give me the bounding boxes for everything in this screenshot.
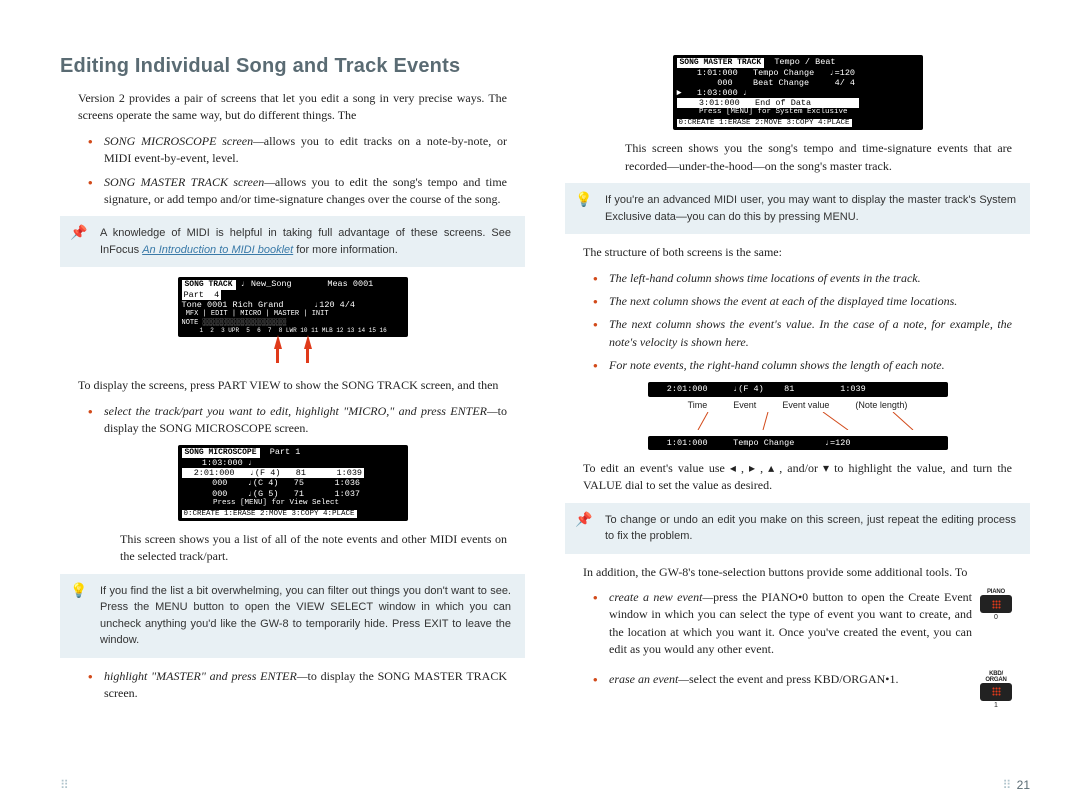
structure-intro: The structure of both screens is the sam… bbox=[583, 244, 1012, 261]
lcd-column-example: 2:01:000 ♩(F 4) 81 1:039 Time Event Even… bbox=[648, 382, 948, 449]
column-labels: Time Event Event value (Note length) bbox=[648, 400, 948, 410]
arrow-up-icon bbox=[304, 335, 312, 349]
red-arrows bbox=[178, 335, 408, 349]
list-item: For note events, the right-hand column s… bbox=[583, 357, 1012, 374]
kbd-organ-button-icon: KBD/ ORGAN 1 bbox=[980, 671, 1012, 709]
edit-instruction: To edit an event's value use ◂ , ▸ , ▴ ,… bbox=[583, 460, 1012, 495]
note-undo: 📌 To change or undo an edit you make on … bbox=[565, 503, 1030, 554]
lightbulb-icon: 💡 bbox=[573, 192, 595, 209]
intro-paragraph: Version 2 provides a pair of screens tha… bbox=[78, 90, 507, 125]
create-event-list: create a new event—press the PIANO•0 but… bbox=[583, 589, 972, 665]
lcd-song-track: SONG TRACK ♩ New_Song Meas 0001 Part 4 T… bbox=[178, 277, 408, 349]
note-sysex: 💡 If you're an advanced MIDI user, you m… bbox=[565, 183, 1030, 234]
pin-icon: 📌 bbox=[573, 512, 595, 529]
erase-event-list: erase an event—select the event and pres… bbox=[583, 671, 972, 694]
footer-dots-left: ⠿ bbox=[60, 778, 70, 792]
list-item: select the track/part you want to edit, … bbox=[78, 403, 507, 438]
list-item: The next column shows the event's value.… bbox=[583, 316, 1012, 351]
lightbulb-icon: 💡 bbox=[68, 583, 90, 600]
right-column: SONG MASTER TRACK Tempo / Beat 1:01:000 … bbox=[565, 55, 1030, 750]
note-filter: 💡 If you find the list a bit overwhelmin… bbox=[60, 574, 525, 658]
page-heading: Editing Individual Song and Track Events bbox=[60, 55, 525, 78]
lcd-master-track: SONG MASTER TRACK Tempo / Beat 1:01:000 … bbox=[673, 55, 923, 130]
page-number: ⠿ 21 bbox=[1003, 778, 1030, 792]
micro-list: select the track/part you want to edit, … bbox=[78, 403, 507, 438]
list-item: The next column shows the event at each … bbox=[583, 293, 1012, 310]
pin-icon: 📌 bbox=[68, 225, 90, 242]
list-item: The left-hand column shows time location… bbox=[583, 270, 1012, 287]
display-instruction: To display the screens, press PART VIEW … bbox=[78, 377, 507, 394]
piano-button-icon: PIANO 0 bbox=[980, 589, 1012, 621]
connector-lines bbox=[648, 412, 948, 430]
list-item: create a new event—press the PIANO•0 but… bbox=[583, 589, 972, 659]
additional-tools: In addition, the GW-8's tone-selection b… bbox=[583, 564, 1012, 581]
midi-booklet-link[interactable]: An Introduction to MIDI booklet bbox=[142, 244, 293, 256]
master-explain: This screen shows you the song's tempo a… bbox=[625, 140, 1012, 175]
list-item: highlight "MASTER" and press ENTER—to di… bbox=[78, 668, 507, 703]
list-explain: This screen shows you a list of all of t… bbox=[120, 531, 507, 566]
note-midi-knowledge: 📌 A knowledge of MIDI is helpful in taki… bbox=[60, 216, 525, 267]
lcd-microscope: SONG MICROSCOPE Part 1 1:03:000 ♩ 2:01:0… bbox=[178, 445, 408, 520]
list-item: SONG MASTER TRACK screen—allows you to e… bbox=[78, 174, 507, 209]
list-item: SONG MICROSCOPE screen—allows you to edi… bbox=[78, 133, 507, 168]
screen-list: SONG MICROSCOPE screen—allows you to edi… bbox=[78, 133, 507, 209]
left-column: Editing Individual Song and Track Events… bbox=[60, 55, 525, 750]
master-list: highlight "MASTER" and press ENTER—to di… bbox=[78, 668, 507, 703]
structure-list: The left-hand column shows time location… bbox=[583, 270, 1012, 375]
arrow-up-icon bbox=[274, 335, 282, 349]
page-footer: ⠿ ⠿ 21 bbox=[0, 778, 1080, 792]
list-item: erase an event—select the event and pres… bbox=[583, 671, 972, 688]
